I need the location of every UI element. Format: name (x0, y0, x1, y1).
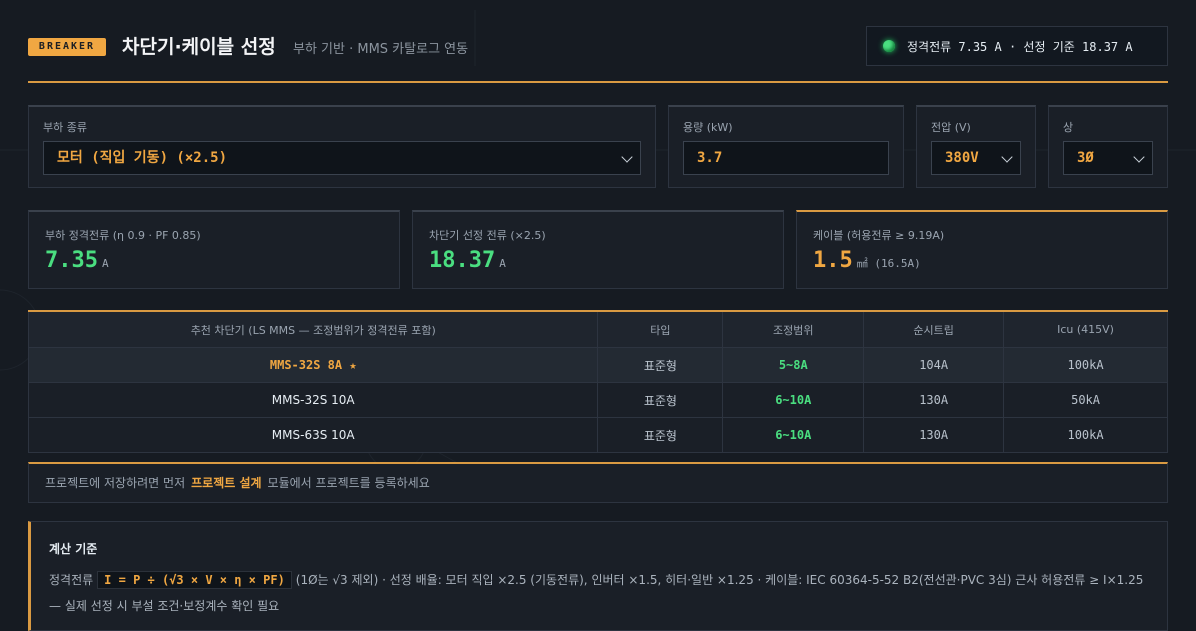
breaker-range: 5~8A (722, 347, 865, 383)
col-icu: Icu (415V) (1003, 311, 1168, 348)
col-type: 타입 (597, 311, 724, 348)
chevron-down-icon (1133, 151, 1145, 163)
col-trip: 순시트립 (863, 311, 1005, 348)
notice-text-after: 모듈에서 프로젝트를 등록하세요 (267, 476, 430, 490)
header-divider (28, 81, 1168, 83)
table-header-row: 추천 차단기 (LS MMS — 조정범위가 정격전류 포함) 타입 조정범위 … (28, 311, 1168, 348)
chevron-down-icon (621, 151, 633, 163)
rated-current-label: 부하 정격전류 (η 0.9 · PF 0.85) (45, 229, 201, 242)
calc-basis-panel: 계산 기준 정격전류 I = P ÷ (√3 × V × η × PF) (1Ø는 … (28, 521, 1168, 631)
table-row[interactable]: MMS-63S 10A 표준형 6~10A 130A 100kA (28, 417, 1168, 453)
breaker-range: 6~10A (722, 417, 865, 453)
calc-description: 정격전류 I = P ÷ (√3 × V × η × PF) (1Ø는 √3 제외)… (49, 567, 1159, 619)
breaker-icu: 100kA (1003, 417, 1168, 453)
page-header: BREAKER 차단기·케이블 선정 부하 기반 · MMS 카탈로그 연동 정… (28, 26, 1168, 83)
formula: I = P ÷ (√3 × V × η × PF) (97, 571, 292, 589)
breaker-trip: 104A (863, 347, 1005, 383)
breaker-range: 6~10A (722, 382, 865, 418)
table-row[interactable]: MMS-32S 10A 표준형 6~10A 130A 50kA (28, 382, 1168, 418)
breaker-type: 표준형 (597, 382, 724, 418)
rated-current-card: 부하 정격전류 (η 0.9 · PF 0.85) 7.35 A (28, 210, 400, 289)
status-panel: 정격전류 7.35 A · 선정 기준 18.37 A (866, 26, 1168, 66)
cable-value: 1.5 ㎟ (16.5A) (813, 248, 921, 273)
breaker-current-label: 차단기 선정 전류 (×2.5) (429, 229, 546, 242)
capacity-label: 용량 (kW) (683, 121, 733, 134)
capacity-panel: 용량 (kW) 3.7 (668, 105, 904, 188)
load-type-panel: 부하 종류 모터 (직입 기동) (×2.5) (28, 105, 656, 188)
load-type-label: 부하 종류 (43, 121, 87, 134)
voltage-label: 전압 (V) (931, 121, 971, 134)
col-breaker: 추천 차단기 (LS MMS — 조정범위가 정격전류 포함) (28, 311, 599, 348)
page-title: 차단기·케이블 선정 (122, 36, 276, 58)
breaker-name: MMS-32S 10A (28, 382, 599, 418)
calc-title: 계산 기준 (49, 542, 98, 556)
chevron-down-icon (1001, 151, 1013, 163)
breaker-current-value: 18.37 A (429, 248, 506, 273)
voltage-select[interactable]: 380V (931, 141, 1021, 175)
col-range: 조정범위 (722, 311, 865, 348)
calc-prefix: 정격전류 (49, 573, 94, 587)
load-type-value: 모터 (직입 기동) (×2.5) (57, 150, 227, 166)
phase-panel: 상 3Ø (1048, 105, 1168, 188)
voltage-value: 380V (945, 150, 979, 166)
status-text: 정격전류 7.35 A · 선정 기준 18.37 A (907, 39, 1133, 54)
cable-label: 케이블 (허용전류 ≥ 9.19A) (813, 229, 945, 242)
breaker-current-card: 차단기 선정 전류 (×2.5) 18.37 A (412, 210, 784, 289)
breaker-name: MMS-32S 8A ★ (28, 347, 599, 383)
voltage-panel: 전압 (V) 380V (916, 105, 1036, 188)
table-row[interactable]: MMS-32S 8A ★ 표준형 5~8A 104A 100kA (28, 347, 1168, 383)
breaker-icu: 100kA (1003, 347, 1168, 383)
breaker-name: MMS-63S 10A (28, 417, 599, 453)
phase-label: 상 (1063, 121, 1074, 134)
breaker-badge: BREAKER (28, 38, 106, 56)
project-design-link[interactable]: 프로젝트 설계 (191, 476, 261, 490)
cable-card: 케이블 (허용전류 ≥ 9.19A) 1.5 ㎟ (16.5A) (796, 210, 1168, 289)
phase-select[interactable]: 3Ø (1063, 141, 1153, 175)
breaker-type: 표준형 (597, 347, 724, 383)
breaker-table: 추천 차단기 (LS MMS — 조정범위가 정격전류 포함) 타입 조정범위 … (28, 310, 1168, 453)
capacity-input[interactable]: 3.7 (683, 141, 889, 175)
notice-text-before: 프로젝트에 저장하려면 먼저 (45, 476, 186, 490)
status-led-icon (883, 40, 895, 52)
breaker-type: 표준형 (597, 417, 724, 453)
page-subtitle: 부하 기반 · MMS 카탈로그 연동 (293, 42, 469, 57)
rated-current-value: 7.35 A (45, 248, 109, 273)
phase-value: 3Ø (1077, 150, 1094, 166)
breaker-icu: 50kA (1003, 382, 1168, 418)
project-notice: 프로젝트에 저장하려면 먼저 프로젝트 설계 모듈에서 프로젝트를 등록하세요 (28, 462, 1168, 503)
breaker-trip: 130A (863, 417, 1005, 453)
load-type-select[interactable]: 모터 (직입 기동) (×2.5) (43, 141, 641, 175)
breaker-trip: 130A (863, 382, 1005, 418)
